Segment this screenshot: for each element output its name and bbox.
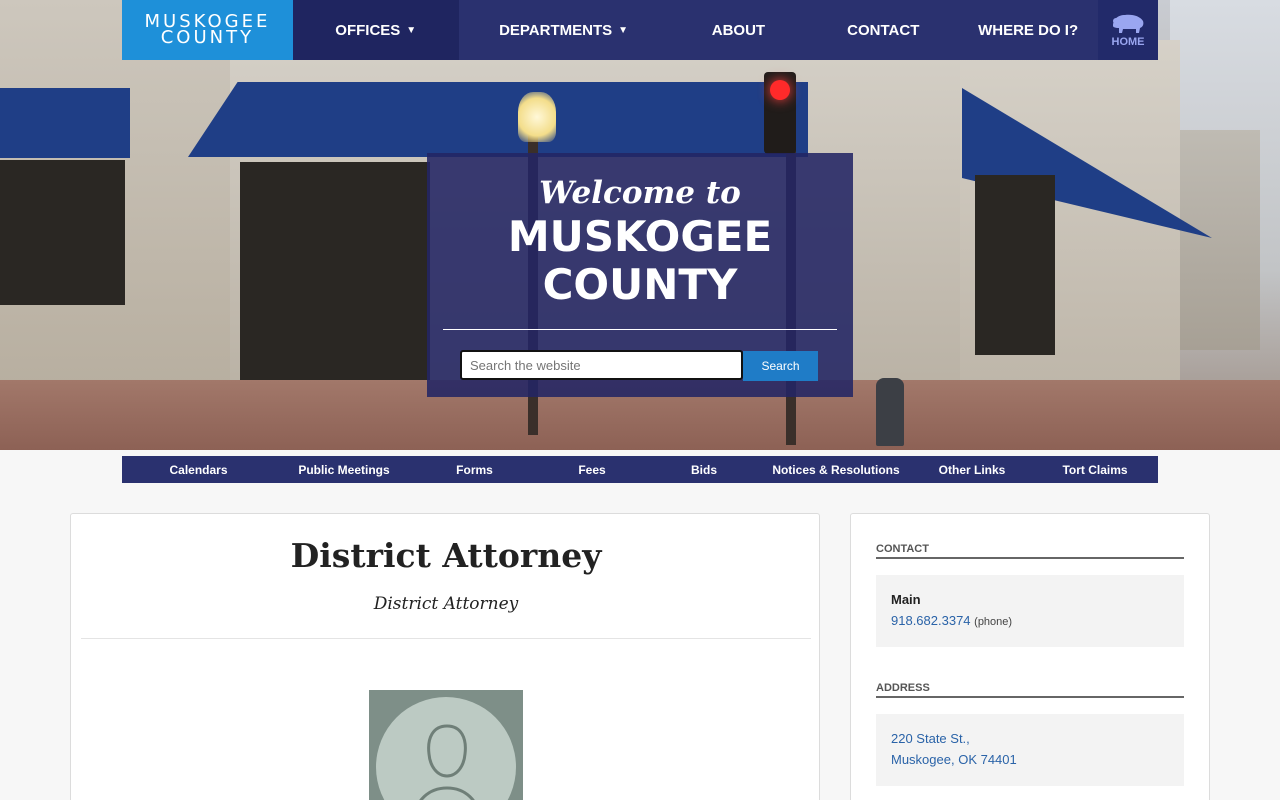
hero-awning <box>188 82 808 157</box>
caret-down-icon: ▼ <box>406 24 417 36</box>
bison-icon <box>1113 14 1144 33</box>
address-line2[interactable]: Muskogee, OK 74401 <box>891 749 1169 770</box>
subnav-item-fees[interactable]: Fees <box>536 463 648 477</box>
site-logo[interactable]: MUSKOGEE COUNTY <box>122 0 293 60</box>
person-icon <box>419 724 475 800</box>
main-content-card: District Attorney District Attorney <box>70 513 820 800</box>
subnav-item-calendars[interactable]: Calendars <box>122 463 275 477</box>
contact-heading: CONTACT <box>876 543 1184 559</box>
avatar-placeholder <box>369 690 523 800</box>
nav-home[interactable]: HOME <box>1098 0 1158 60</box>
welcome-title-line1: MUSKOGEE <box>507 212 773 261</box>
welcome-script-text: Welcome to <box>539 175 741 211</box>
nav-offices-label: OFFICES <box>335 21 401 39</box>
subnav-item-public-meetings[interactable]: Public Meetings <box>275 463 413 477</box>
quick-links-bar: Calendars Public Meetings Forms Fees Bid… <box>122 456 1158 483</box>
hero-window <box>240 162 430 382</box>
address-line1[interactable]: 220 State St., <box>891 728 1169 749</box>
nav-home-label: HOME <box>1111 36 1145 48</box>
subnav-item-bids[interactable]: Bids <box>648 463 760 477</box>
contact-phone-row: 918.682.3374 (phone) <box>891 610 1169 633</box>
welcome-divider <box>443 329 837 330</box>
nav-departments-label: DEPARTMENTS <box>499 21 613 39</box>
search-button[interactable]: Search <box>743 351 818 381</box>
hero-traffic-light <box>764 72 796 154</box>
subnav-item-other-links[interactable]: Other Links <box>912 463 1032 477</box>
contact-name: Main <box>891 592 921 607</box>
page-subtitle: District Attorney <box>373 594 519 614</box>
search-input[interactable] <box>460 350 743 380</box>
contact-phone-type: (phone) <box>974 616 1013 628</box>
subnav-item-tort-claims[interactable]: Tort Claims <box>1032 463 1158 477</box>
hero-awning <box>0 88 130 158</box>
welcome-title-line2: COUNTY <box>542 260 738 309</box>
contact-phone-link[interactable]: 918.682.3374 <box>891 613 971 628</box>
hero-window <box>0 160 125 305</box>
page-title: District Attorney <box>290 536 602 575</box>
subnav-item-notices[interactable]: Notices & Resolutions <box>760 463 912 477</box>
hero-building-far <box>1180 130 1260 350</box>
logo-line2: COUNTY <box>160 27 255 48</box>
nav-offices[interactable]: OFFICES ▼ <box>292 0 459 60</box>
hero-fire-hydrant <box>876 378 904 446</box>
welcome-panel: Welcome to MUSKOGEE COUNTY Search <box>427 153 853 397</box>
hero-window <box>975 175 1055 355</box>
nav-departments[interactable]: DEPARTMENTS ▼ <box>459 0 669 60</box>
title-divider <box>81 638 811 639</box>
contact-box: Main 918.682.3374 (phone) <box>876 575 1184 647</box>
contact-sidebar: CONTACT Main 918.682.3374 (phone) ADDRES… <box>850 513 1210 800</box>
nav-where-label: WHERE DO I? <box>978 21 1079 39</box>
hero-street-lamp <box>518 92 556 142</box>
nav-contact-label: CONTACT <box>847 21 920 39</box>
nav-contact[interactable]: CONTACT <box>808 0 958 60</box>
subnav-item-forms[interactable]: Forms <box>413 463 536 477</box>
welcome-title: MUSKOGEE COUNTY <box>427 213 853 309</box>
address-heading: ADDRESS <box>876 682 1184 698</box>
address-box: 220 State St., Muskogee, OK 74401 <box>876 714 1184 786</box>
nav-about[interactable]: ABOUT <box>668 0 808 60</box>
caret-down-icon: ▼ <box>618 24 629 36</box>
nav-about-label: ABOUT <box>711 21 766 39</box>
nav-where-do-i[interactable]: WHERE DO I? <box>958 0 1098 60</box>
top-navigation: MUSKOGEE COUNTY OFFICES ▼ DEPARTMENTS ▼ … <box>122 0 1158 60</box>
